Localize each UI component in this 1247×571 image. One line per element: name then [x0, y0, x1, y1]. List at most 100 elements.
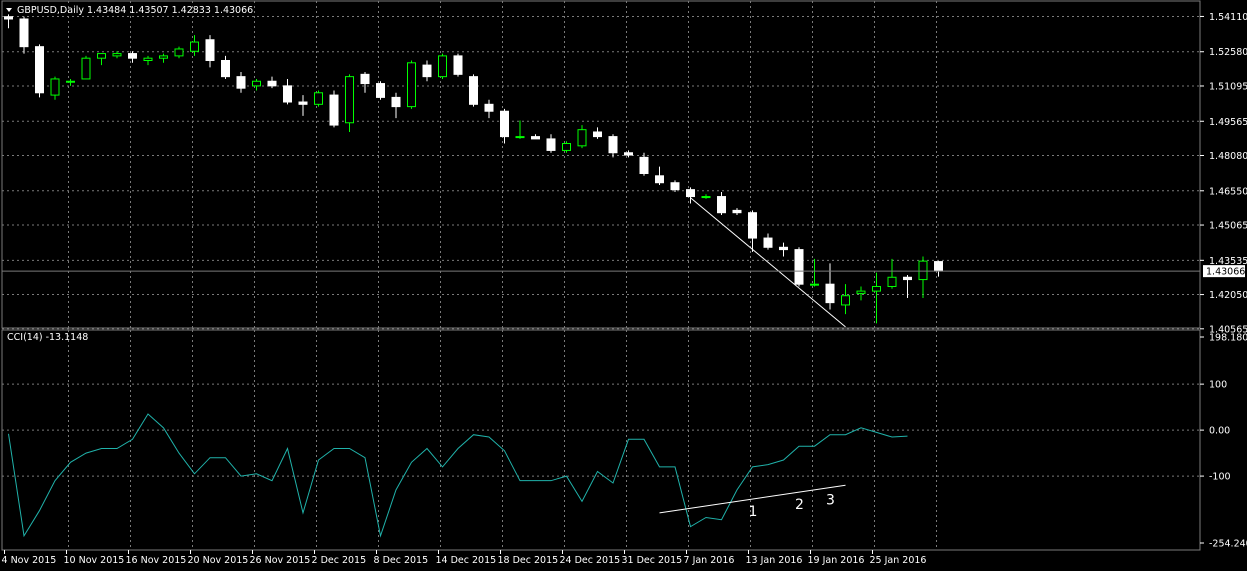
time-tick-label: 20 Nov 2015: [188, 555, 249, 566]
candle-body-bull: [918, 260, 928, 281]
time-tick-label: 16 Nov 2015: [126, 555, 187, 566]
price-tick-label: 1.52580: [1209, 47, 1247, 58]
candle-body-bear: [283, 85, 292, 103]
candle-body-bull: [174, 48, 184, 57]
time-tick-label: 10 Nov 2015: [64, 555, 125, 566]
candle-body-bull: [407, 62, 416, 108]
candle-body-bear: [484, 103, 494, 112]
grid-lines: [2, 1, 1200, 550]
candle-body-bull: [143, 57, 153, 61]
candle-body-bull: [81, 57, 91, 80]
candle-body-bull: [872, 285, 881, 292]
candle-body-bear: [360, 73, 370, 85]
candle-body-bear: [128, 53, 137, 59]
annotation-label: 3: [826, 493, 835, 509]
candle-body-bear: [236, 76, 246, 89]
price-tick-label: 1.48080: [1209, 151, 1247, 162]
candle-body-bear: [19, 18, 29, 48]
price-tick-label: 1.46550: [1209, 186, 1247, 197]
cci-tick-label: 198.1801: [1209, 333, 1247, 344]
cci-series: [8, 413, 908, 538]
candle-body-bear: [221, 59, 230, 78]
candle-body-bear: [717, 196, 726, 214]
candle-body-bear: [593, 131, 602, 138]
candle-body-bear: [748, 212, 757, 239]
candle-body-bull: [438, 55, 447, 78]
candle-body-bear: [376, 83, 385, 98]
time-tick-label: 19 Jan 2016: [808, 555, 865, 566]
candle-body-bull: [856, 290, 866, 294]
candle-body-bear: [500, 110, 509, 138]
candle-body-bull: [577, 129, 587, 147]
candle-body-bear: [779, 246, 788, 251]
price-trendline: [690, 197, 846, 328]
current-price-label: 1.43066: [1206, 267, 1245, 278]
candle-body-bear: [934, 261, 943, 272]
candle-body-bear: [903, 276, 912, 281]
candle-body-bear: [763, 237, 773, 248]
price-tick-label: 1.45065: [1209, 221, 1247, 232]
candle-body-bear: [298, 101, 308, 105]
candle-body-bear: [732, 209, 742, 214]
candle-body-bear: [794, 249, 804, 285]
candle-body-bear: [422, 64, 432, 78]
candle-body-bear: [655, 175, 664, 184]
candle-body-bear: [686, 189, 695, 198]
candle-body-bull: [314, 92, 323, 105]
time-tick-label: 7 Jan 2016: [684, 555, 735, 566]
candle-body-bull: [66, 80, 75, 83]
annotation-labels: 1 2 3: [749, 493, 835, 520]
price-tick-label: 1.49565: [1209, 117, 1247, 128]
price-trendline-segment: [690, 197, 846, 328]
candle-body-bear: [4, 16, 13, 20]
time-tick-label: 26 Nov 2015: [250, 555, 311, 566]
time-tick-label: 4 Nov 2015: [2, 555, 57, 566]
candle-body-bull: [159, 55, 168, 59]
time-tick-label: 2 Dec 2015: [312, 555, 367, 566]
time-axis: 4 Nov 2015 10 Nov 2015 16 Nov 2015 20 Nov 2…: [2, 550, 926, 566]
candle-body-bear: [531, 136, 540, 140]
chart-canvas: 1.54110 1.52580 1.51095 1.49565 1.48080 1.465…: [1, 0, 1247, 566]
candle-body-bear: [469, 76, 478, 105]
price-tick-label: 1.54110: [1209, 12, 1247, 23]
dropdown-triangle-icon[interactable]: [6, 8, 12, 12]
candle-body-bull: [810, 283, 819, 286]
candle-body-bull: [252, 80, 261, 87]
cci-panel-border: [1, 329, 1201, 551]
price-axis: 1.54110 1.52580 1.51095 1.49565 1.48080 1.465…: [1200, 12, 1247, 335]
candle-body-bear: [35, 46, 44, 94]
candle-body-bull: [190, 41, 199, 52]
candle-body-bear: [267, 80, 277, 87]
time-tick-label: 18 Dec 2015: [498, 555, 559, 566]
cci-tick-label: -100: [1209, 472, 1231, 483]
cci-tick-label: 100: [1209, 380, 1227, 391]
candle-body-bull: [345, 76, 354, 124]
candle-body-bear: [205, 39, 215, 61]
candle-body-bear: [453, 55, 463, 75]
candle-body-bull: [701, 196, 711, 199]
annotation-label: 2: [795, 497, 804, 513]
candle-body-bull: [515, 136, 525, 139]
candle-body-bear: [608, 136, 618, 154]
candle-body-bull: [97, 53, 106, 59]
cci-line: [8, 413, 908, 538]
candle-body-bear: [329, 94, 339, 126]
candle-body-bear: [391, 96, 401, 108]
time-tick-label: 31 Dec 2015: [622, 555, 683, 566]
annotation-label: 1: [749, 504, 758, 520]
candle-body-bull: [112, 53, 122, 57]
time-tick-label: 13 Jan 2016: [746, 555, 803, 566]
cci-tick-label: 0.00: [1209, 426, 1230, 437]
candle-body-bear: [624, 152, 633, 156]
candle-body-bear: [825, 283, 835, 304]
cci-header: CCI(14) -13.1148: [7, 332, 88, 343]
candle-body-bull: [562, 143, 571, 151]
time-tick-label: 24 Dec 2015: [560, 555, 621, 566]
price-tick-label: 1.42050: [1209, 290, 1247, 301]
candle-body-bull: [50, 78, 60, 96]
candle-body-bull: [841, 295, 850, 306]
symbol-header: GBPUSD,Daily 1.43484 1.43507 1.42833 1.4…: [17, 5, 253, 16]
cci-tick-label: -254.2406: [1209, 539, 1247, 550]
time-tick-label: 8 Dec 2015: [374, 555, 429, 566]
candle-body-bear: [546, 138, 556, 151]
